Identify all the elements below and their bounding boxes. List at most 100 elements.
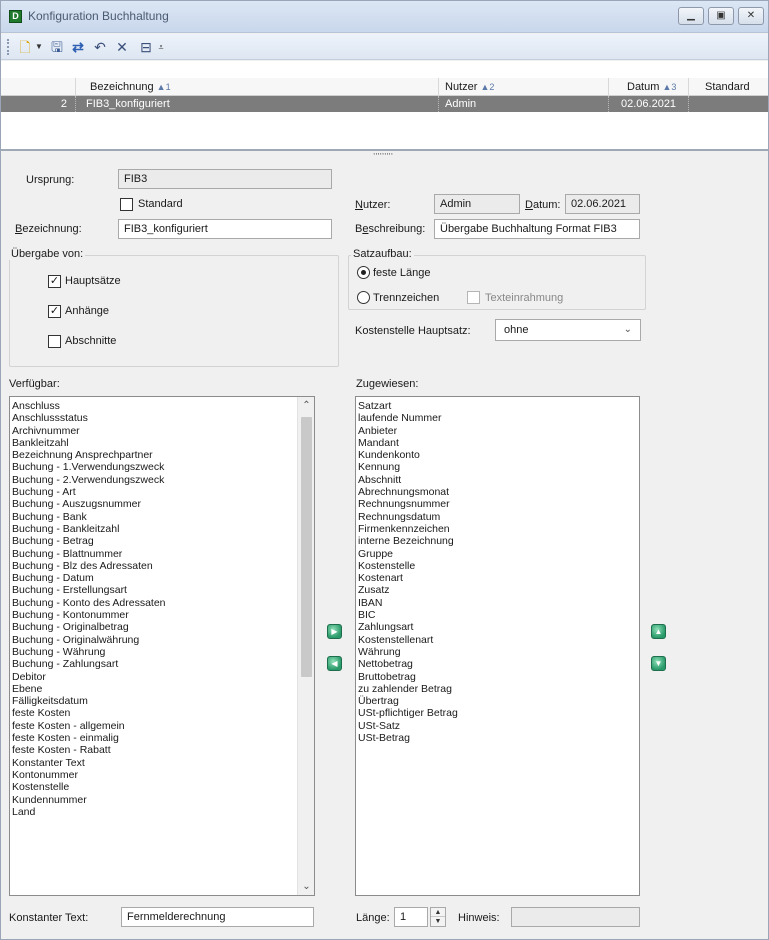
list-item[interactable]: USt-Satz bbox=[356, 720, 639, 732]
list-item[interactable]: Buchung - 2.Verwendungszweck bbox=[10, 474, 314, 486]
scroll-thumb[interactable] bbox=[301, 417, 312, 677]
save-icon[interactable]: 🖫 bbox=[48, 38, 66, 56]
list-item[interactable]: Anbieter bbox=[356, 425, 639, 437]
list-item[interactable]: Rechnungsnummer bbox=[356, 498, 639, 510]
close-button[interactable]: ✕ bbox=[738, 7, 764, 25]
list-item[interactable]: Zusatz bbox=[356, 584, 639, 596]
list-item[interactable]: Nettobetrag bbox=[356, 658, 639, 670]
list-item[interactable]: Übertrag bbox=[356, 695, 639, 707]
list-item[interactable]: Buchung - 1.Verwendungszweck bbox=[10, 461, 314, 473]
list-item[interactable]: Bezeichnung Ansprechpartner bbox=[10, 449, 314, 461]
texteinrahmung-checkbox[interactable] bbox=[467, 291, 480, 304]
hauptsaetze-checkbox[interactable]: ✓ bbox=[48, 275, 61, 288]
grid-header-standard[interactable]: Standard bbox=[689, 78, 768, 96]
list-item[interactable]: Anschlussstatus bbox=[10, 412, 314, 424]
list-item[interactable]: Buchung - Datum bbox=[10, 572, 314, 584]
stepper-up-icon[interactable]: ▲ bbox=[431, 908, 445, 917]
new-dropdown-icon[interactable]: ▼ bbox=[34, 38, 44, 56]
list-item[interactable]: Buchung - Konto des Adressaten bbox=[10, 597, 314, 609]
list-item[interactable]: zu zahlender Betrag bbox=[356, 683, 639, 695]
toolbar-overflow-icon[interactable]: ⩡ bbox=[156, 38, 166, 56]
laenge-field[interactable]: 1 bbox=[394, 907, 428, 927]
list-item[interactable]: Archivnummer bbox=[10, 425, 314, 437]
list-item[interactable]: Land bbox=[10, 806, 314, 818]
list-item[interactable]: Abrechnungsmonat bbox=[356, 486, 639, 498]
list-item[interactable]: Buchung - Bank bbox=[10, 511, 314, 523]
list-item[interactable]: BIC bbox=[356, 609, 639, 621]
new-icon[interactable]: 🗋 bbox=[16, 38, 34, 56]
list-item[interactable]: Bankleitzahl bbox=[10, 437, 314, 449]
zugewiesen-list[interactable]: Satzart laufende Nummer Anbieter Mandant Kun… bbox=[355, 396, 640, 896]
list-item[interactable]: Buchung - Betrag bbox=[10, 535, 314, 547]
list-item[interactable]: Fälligkeitsdatum bbox=[10, 695, 314, 707]
list-item[interactable]: Buchung - Blattnummer bbox=[10, 548, 314, 560]
list-item[interactable]: Währung bbox=[356, 646, 639, 658]
list-item[interactable]: Debitor bbox=[10, 671, 314, 683]
list-item[interactable]: Kontonummer bbox=[10, 769, 314, 781]
list-item[interactable]: Kostenart bbox=[356, 572, 639, 584]
scroll-up-icon[interactable]: ⌃ bbox=[298, 397, 314, 414]
stepper-down-icon[interactable]: ▼ bbox=[431, 917, 445, 926]
list-item[interactable]: Buchung - Art bbox=[10, 486, 314, 498]
refresh-icon[interactable]: ⇄ bbox=[69, 38, 87, 56]
list-item[interactable]: Buchung - Blz des Adressaten bbox=[10, 560, 314, 572]
list-item[interactable]: Satzart bbox=[356, 400, 639, 412]
list-item[interactable]: Anschluss bbox=[10, 400, 314, 412]
scroll-down-icon[interactable]: ⌄ bbox=[298, 878, 314, 895]
columns-icon[interactable]: ⊟ bbox=[137, 38, 155, 56]
title-bar[interactable]: D Konfiguration Buchhaltung ▁ ▣ ✕ bbox=[1, 1, 768, 33]
list-item[interactable]: interne Bezeichnung bbox=[356, 535, 639, 547]
list-item[interactable]: Abschnitt bbox=[356, 474, 639, 486]
verfuegbar-scrollbar[interactable]: ⌃ ⌄ bbox=[297, 397, 314, 895]
maximize-button[interactable]: ▣ bbox=[708, 7, 734, 25]
grid-header-datum[interactable]: Datum ▲3 bbox=[609, 78, 689, 96]
list-item[interactable]: Kostenstelle bbox=[10, 781, 314, 793]
list-item[interactable]: Konstanter Text bbox=[10, 757, 314, 769]
undo-icon[interactable]: ↶ bbox=[91, 38, 109, 56]
list-item[interactable]: Buchung - Originalbetrag bbox=[10, 621, 314, 633]
standard-checkbox[interactable] bbox=[120, 198, 133, 211]
anhaenge-checkbox[interactable]: ✓ bbox=[48, 305, 61, 318]
toolbar-grip[interactable] bbox=[7, 39, 10, 55]
kostenstelle-select[interactable]: ohne ⌄ bbox=[495, 319, 641, 341]
feste-laenge-radio[interactable] bbox=[357, 266, 370, 279]
list-item[interactable]: Buchung - Währung bbox=[10, 646, 314, 658]
list-item[interactable]: feste Kosten bbox=[10, 707, 314, 719]
list-item[interactable]: feste Kosten - allgemein bbox=[10, 720, 314, 732]
list-item[interactable]: Buchung - Erstellungsart bbox=[10, 584, 314, 596]
list-item[interactable]: feste Kosten - Rabatt bbox=[10, 744, 314, 756]
list-item[interactable]: Kennung bbox=[356, 461, 639, 473]
list-item[interactable]: Bruttobetrag bbox=[356, 671, 639, 683]
list-item[interactable]: Kundennummer bbox=[10, 794, 314, 806]
list-item[interactable]: Gruppe bbox=[356, 548, 639, 560]
list-item[interactable]: Kundenkonto bbox=[356, 449, 639, 461]
abschnitte-checkbox[interactable] bbox=[48, 335, 61, 348]
list-item[interactable]: Buchung - Originalwährung bbox=[10, 634, 314, 646]
list-item[interactable]: Firmenkennzeichen bbox=[356, 523, 639, 535]
konstanter-text-field[interactable]: Fernmelderechnung bbox=[121, 907, 314, 927]
list-item[interactable]: Mandant bbox=[356, 437, 639, 449]
grid-header-bezeichnung[interactable]: Bezeichnung ▲1 bbox=[76, 78, 439, 96]
trennzeichen-radio[interactable] bbox=[357, 291, 370, 304]
bezeichnung-field[interactable]: FIB3_konfiguriert bbox=[118, 219, 332, 239]
list-item[interactable]: IBAN bbox=[356, 597, 639, 609]
grid-header-nutzer[interactable]: Nutzer ▲2 bbox=[439, 78, 609, 96]
minimize-button[interactable]: ▁ bbox=[678, 7, 704, 25]
list-item[interactable]: USt-pflichtiger Betrag bbox=[356, 707, 639, 719]
move-down-icon[interactable]: ▼ bbox=[651, 656, 666, 671]
list-item[interactable]: USt-Betrag bbox=[356, 732, 639, 744]
beschreibung-field[interactable]: Übergabe Buchhaltung Format FIB3 bbox=[434, 219, 640, 239]
list-item[interactable]: Kostenstelle bbox=[356, 560, 639, 572]
list-item[interactable]: Buchung - Zahlungsart bbox=[10, 658, 314, 670]
move-up-icon[interactable]: ▲ bbox=[651, 624, 666, 639]
list-item[interactable]: Rechnungsdatum bbox=[356, 511, 639, 523]
table-row[interactable]: 2 FIB3_konfiguriert Admin 02.06.2021 bbox=[1, 96, 768, 112]
move-left-icon[interactable]: ◀ bbox=[327, 656, 342, 671]
delete-icon[interactable]: ✕ bbox=[113, 38, 131, 56]
laenge-stepper[interactable]: ▲ ▼ bbox=[430, 907, 446, 927]
list-item[interactable]: laufende Nummer bbox=[356, 412, 639, 424]
list-item[interactable]: feste Kosten - einmalig bbox=[10, 732, 314, 744]
list-item[interactable]: Buchung - Bankleitzahl bbox=[10, 523, 314, 535]
list-item[interactable]: Ebene bbox=[10, 683, 314, 695]
splitter-handle[interactable]: ,,,,,,,,, bbox=[373, 148, 413, 156]
